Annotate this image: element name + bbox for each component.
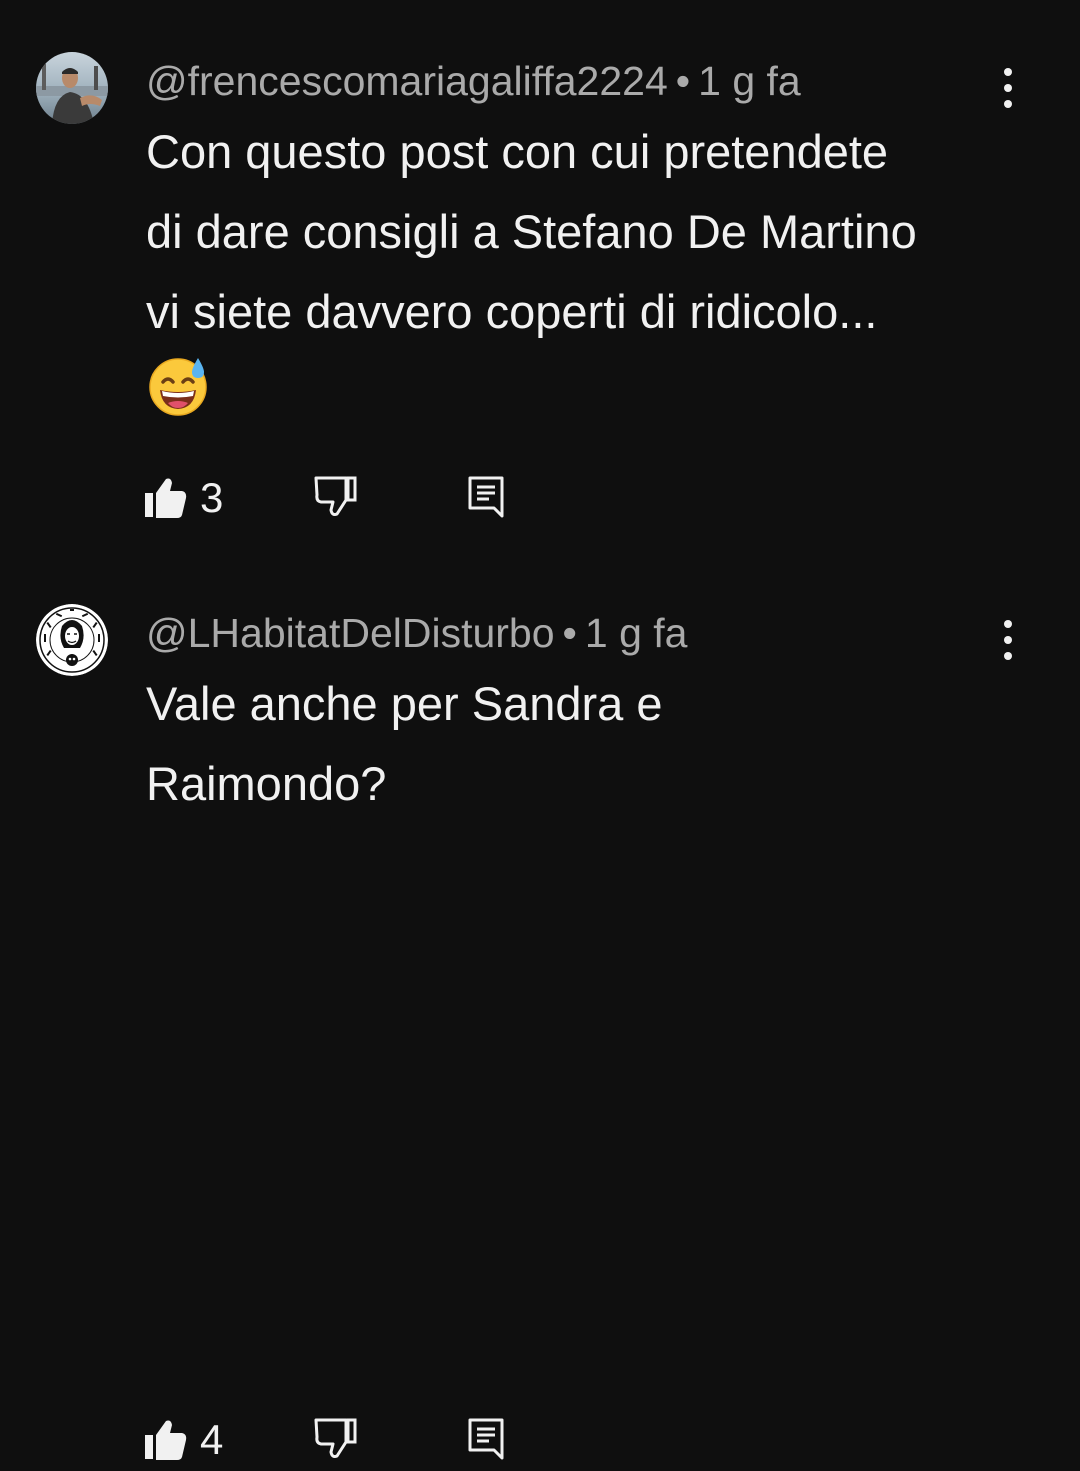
comment-meta: @LHabitatDelDisturbo • 1 g fa [146, 608, 687, 658]
comment-actions: 3 [0, 468, 1080, 528]
photo-avatar-icon [36, 52, 108, 124]
avatar[interactable] [36, 604, 108, 676]
lhabitat-logo-avatar-icon [36, 604, 108, 676]
like-count: 3 [200, 474, 224, 521]
comment-menu-button[interactable] [988, 616, 1028, 664]
comment-menu-button[interactable] [988, 64, 1028, 112]
dislike-button[interactable] [310, 472, 362, 524]
comment-author[interactable]: @LHabitatDelDisturbo [146, 610, 555, 656]
reply-comment-icon [468, 1418, 504, 1460]
grinning-face-with-sweat-icon [149, 358, 207, 416]
reply-button[interactable] [464, 472, 508, 524]
avatar[interactable] [36, 52, 108, 124]
reply-comment-icon [468, 476, 504, 518]
like-button[interactable]: 4 [142, 1410, 223, 1470]
comment-text-container: Vale anche per Sandra e Raimondo? [146, 664, 846, 824]
more-vertical-icon [1004, 68, 1012, 108]
like-count: 4 [200, 1416, 224, 1463]
meta-separator: • [675, 58, 691, 104]
comment-text-container: Con questo post con cui pretendete di da… [146, 112, 926, 432]
comment-actions: 4 [0, 1410, 1080, 1470]
comment-author[interactable]: @frencescomariagaliffa2224 [146, 58, 668, 104]
thumbs-up-icon [145, 1420, 187, 1460]
comment-text: Con questo post con cui pretendete di da… [146, 125, 917, 338]
comment-time: 1 g fa [698, 58, 801, 104]
reply-button[interactable] [464, 1414, 508, 1466]
comment-text: Vale anche per Sandra e Raimondo? [146, 677, 663, 810]
dislike-button[interactable] [310, 1414, 362, 1466]
thumbs-down-icon [314, 476, 357, 516]
meta-separator: • [562, 610, 577, 656]
thumbs-down-icon [314, 1418, 357, 1458]
thumbs-up-icon [145, 478, 187, 518]
comment-meta: @frencescomariagaliffa2224 • 1 g fa [146, 56, 801, 106]
like-button[interactable]: 3 [142, 468, 223, 528]
more-vertical-icon [1004, 620, 1012, 660]
comment-time: 1 g fa [584, 610, 688, 656]
